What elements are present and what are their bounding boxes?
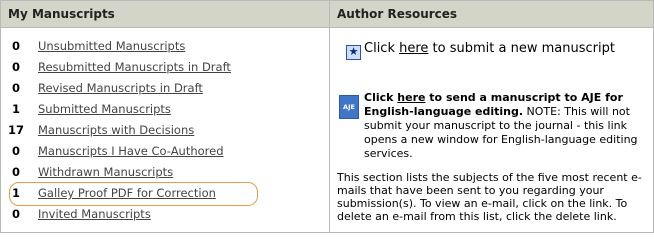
manuscript-count: 0 [12, 81, 21, 95]
emails-note: This section lists the subjects of the f… [337, 171, 642, 223]
aje-text: Click here to send a manuscript to AJE f… [364, 91, 645, 161]
manuscript-count: 1 [12, 102, 21, 116]
unsubmitted-manuscripts-link[interactable]: Unsubmitted Manuscripts [38, 36, 185, 57]
manuscripts-with-decisions-link[interactable]: Manuscripts with Decisions [38, 120, 194, 141]
dashboard-frame: My Manuscripts 0 Unsubmitted Manuscripts… [0, 0, 654, 233]
aje-link-text: here [397, 91, 426, 104]
aje-icon: AJE [339, 95, 359, 119]
galley-proof-highlight [9, 182, 258, 206]
submit-suffix: to submit a new manuscript [428, 41, 615, 56]
withdrawn-manuscripts-link[interactable]: Withdrawn Manuscripts [38, 162, 173, 183]
aje-here-link[interactable]: here [397, 91, 425, 104]
submit-here-link[interactable]: here [399, 41, 428, 56]
invited-manuscripts-link[interactable]: Invited Manuscripts [38, 204, 151, 225]
submit-prefix: Click [364, 41, 400, 56]
star-icon: ★ [346, 45, 361, 60]
submitted-manuscripts-link[interactable]: Submitted Manuscripts [38, 99, 171, 120]
aje-editing-row: AJE Click here to send a manuscript to A… [337, 91, 645, 161]
manuscript-count: 0 [12, 60, 21, 74]
submit-new-manuscript-row: ★ Click here to submit a new manuscript [346, 41, 615, 60]
author-resources-header: Author Resources [330, 1, 653, 28]
my-manuscripts-panel: My Manuscripts 0 Unsubmitted Manuscripts… [1, 1, 329, 232]
author-resources-panel: Author Resources ★ Click here to submit a… [330, 1, 653, 232]
manuscript-count: 0 [12, 39, 21, 53]
manuscript-count: 0 [12, 144, 21, 158]
co-authored-manuscripts-link[interactable]: Manuscripts I Have Co-Authored [38, 141, 224, 162]
resubmitted-drafts-link[interactable]: Resubmitted Manuscripts in Draft [38, 57, 231, 78]
revised-drafts-link[interactable]: Revised Manuscripts in Draft [38, 78, 203, 99]
manuscript-count: 0 [12, 165, 21, 179]
manuscript-count: 17 [8, 123, 25, 137]
my-manuscripts-header: My Manuscripts [1, 1, 329, 28]
manuscript-count: 0 [12, 207, 21, 221]
aje-prefix: Click [364, 91, 398, 104]
